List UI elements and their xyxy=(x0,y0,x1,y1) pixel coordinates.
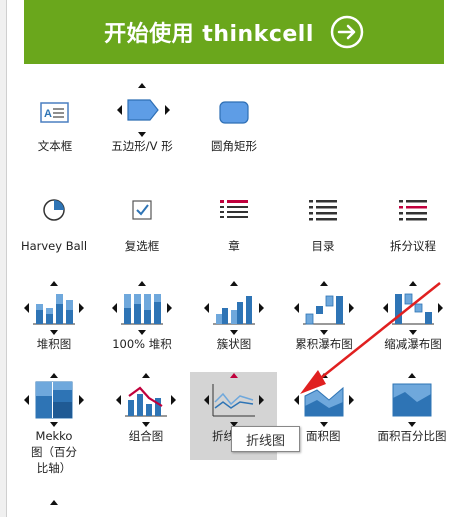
line-chart-icon xyxy=(198,372,270,428)
mekko-label-line2: 图（百分 xyxy=(31,445,77,459)
mekko-label-line3: 比轴） xyxy=(36,461,72,475)
panel-left-border xyxy=(0,0,7,517)
chapter-icon xyxy=(204,188,264,238)
area100-chart-icon xyxy=(370,372,454,428)
chapter-label: 章 xyxy=(228,239,240,253)
shrinking-waterfall-label: 缩减瀑布图 xyxy=(384,337,442,351)
pentagon-icon xyxy=(106,82,178,138)
clustered-chart-label: 簇状图 xyxy=(216,337,252,351)
mekko-chart-button[interactable]: Mekko 图（百分 比轴） xyxy=(18,372,90,476)
rounded-rectangle-label: 圆角矩形 xyxy=(211,139,257,153)
area100-chart-button[interactable]: 面积百分比图 xyxy=(370,372,454,444)
chapter-button[interactable]: 章 xyxy=(204,188,264,254)
rounded-rectangle-button[interactable]: 圆角矩形 xyxy=(204,88,264,154)
split-agenda-icon xyxy=(383,188,443,238)
textbox-label: 文本框 xyxy=(37,139,73,153)
shrinking-waterfall-button[interactable]: 缩减瀑布图 xyxy=(376,280,450,352)
mekko-label-line1: Mekko xyxy=(35,429,73,443)
split-agenda-label: 拆分议程 xyxy=(390,239,436,253)
harvey-ball-button[interactable]: Harvey Ball xyxy=(18,188,90,254)
harvey-ball-label: Harvey Ball xyxy=(20,239,88,253)
arrow-right-circle-icon xyxy=(330,15,364,49)
stacked-chart-button[interactable]: 堆积图 xyxy=(18,280,90,352)
textbox-button[interactable]: A 文本框 xyxy=(25,88,85,154)
line-chart-tooltip: 折线图 xyxy=(231,426,300,452)
combo-chart-button[interactable]: 组合图 xyxy=(110,372,182,444)
stacked100-chart-button[interactable]: 100% 堆积 xyxy=(106,280,178,352)
checkbox-icon xyxy=(112,188,172,238)
waterfall-icon xyxy=(288,280,360,336)
stacked-chart-icon xyxy=(18,280,90,336)
stacked100-chart-label: 100% 堆积 xyxy=(112,337,172,351)
cumulative-waterfall-button[interactable]: 累积瀑布图 xyxy=(288,280,360,352)
pentagon-chevron-button[interactable]: 五边形/V 形 xyxy=(106,82,178,154)
combo-chart-label: 组合图 xyxy=(128,429,164,443)
next-row-up-arrow-icon xyxy=(50,500,58,505)
clustered-chart-button[interactable]: 簇状图 xyxy=(198,280,270,352)
area-chart-icon xyxy=(288,372,360,428)
stacked-chart-label: 堆积图 xyxy=(36,337,72,351)
mekko-chart-icon xyxy=(18,372,90,428)
toc-label: 目录 xyxy=(311,239,335,253)
area100-chart-label: 面积百分比图 xyxy=(377,429,447,443)
textbox-icon: A xyxy=(25,88,85,138)
get-started-banner[interactable]: 开始使用 thinkcell xyxy=(24,0,444,64)
banner-title: 开始使用 thinkcell xyxy=(104,22,314,47)
toc-icon xyxy=(293,188,353,238)
rounded-rectangle-icon xyxy=(204,88,264,138)
split-agenda-button[interactable]: 拆分议程 xyxy=(383,188,443,254)
pentagon-label: 五边形/V 形 xyxy=(111,139,173,153)
cumulative-waterfall-label: 累积瀑布图 xyxy=(295,337,353,351)
toc-button[interactable]: 目录 xyxy=(293,188,353,254)
clustered-chart-icon xyxy=(198,280,270,336)
harvey-ball-icon xyxy=(18,188,90,238)
checkbox-button[interactable]: 复选框 xyxy=(112,188,172,254)
combo-chart-icon xyxy=(110,372,182,428)
stacked100-chart-icon xyxy=(106,280,178,336)
svg-text:A: A xyxy=(44,108,52,120)
checkbox-label: 复选框 xyxy=(124,239,160,253)
shrinking-waterfall-icon xyxy=(376,280,450,336)
